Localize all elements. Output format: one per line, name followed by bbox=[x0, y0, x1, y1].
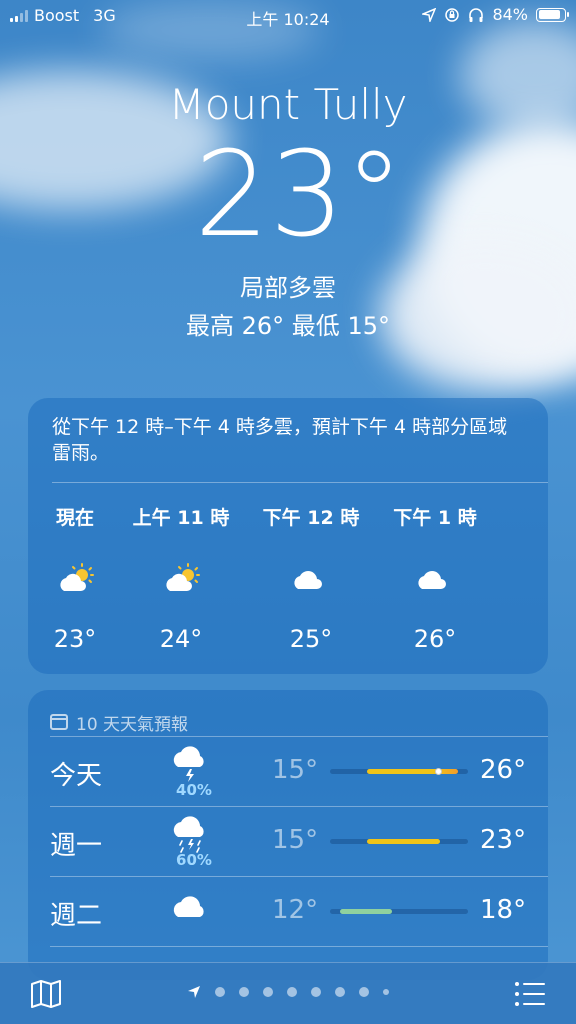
day-label: 週二 bbox=[50, 901, 103, 931]
page-dot[interactable] bbox=[335, 987, 345, 997]
hour-time: 下午 1 時 bbox=[393, 507, 477, 529]
battery-percent: 84% bbox=[492, 5, 528, 24]
temp-range-bar bbox=[330, 768, 468, 775]
thunderstorm-icon bbox=[168, 745, 218, 785]
partly-sunny-icon bbox=[28, 561, 130, 595]
hour-time: 下午 12 時 bbox=[262, 507, 360, 529]
day-label: 週一 bbox=[50, 831, 103, 861]
page-dot[interactable] bbox=[383, 989, 389, 995]
hourly-scroll[interactable]: 現在 23° 上午 11 時 24° 下午 12 時 25° 下午 1 時 26… bbox=[28, 483, 548, 673]
hourly-forecast-card[interactable]: 從下午 12 時–下午 4 時多雲，預計下午 4 時部分區域雷雨。 現在 23°… bbox=[28, 398, 548, 674]
low-temp: 12° bbox=[272, 895, 319, 925]
page-dot[interactable] bbox=[215, 987, 225, 997]
orientation-lock-icon bbox=[445, 7, 460, 22]
partly-sunny-icon bbox=[126, 561, 236, 595]
ten-day-header: 10 天天氣預報 bbox=[28, 690, 548, 736]
hour-temp: 25° bbox=[289, 625, 333, 653]
temp-range-bar bbox=[330, 839, 468, 844]
high-temp: 18° bbox=[480, 895, 527, 925]
page-dot[interactable] bbox=[311, 987, 321, 997]
cloud-icon bbox=[168, 885, 218, 925]
day-row-divider bbox=[50, 946, 548, 956]
location-services-icon bbox=[422, 7, 437, 22]
forecast-summary: 從下午 12 時–下午 4 時多雲，預計下午 4 時部分區域雷雨。 bbox=[52, 416, 508, 464]
ten-day-title: 10 天天氣預報 bbox=[76, 714, 189, 735]
hour-temp: 23° bbox=[53, 625, 97, 653]
headphones-icon bbox=[469, 7, 484, 22]
battery-icon bbox=[536, 7, 569, 22]
page-indicator[interactable] bbox=[0, 985, 576, 999]
thunder-rain-icon bbox=[168, 815, 218, 855]
bottom-toolbar bbox=[0, 962, 576, 1024]
page-dot[interactable] bbox=[263, 987, 273, 997]
city-name: Mount Tully bbox=[168, 80, 408, 129]
hour-time: 上午 11 時 bbox=[132, 507, 230, 529]
day-row[interactable]: 今天 40% 15° 26° bbox=[50, 736, 548, 806]
page-dot[interactable] bbox=[359, 987, 369, 997]
temp-range-fill bbox=[339, 909, 393, 914]
status-bar: Boost 3G 上午 10:24 84% bbox=[0, 0, 576, 30]
calendar-icon bbox=[50, 714, 68, 730]
temp-range-fill bbox=[367, 839, 441, 844]
high-low-text: 最高 26° 最低 15° bbox=[186, 312, 390, 340]
day-label: 今天 bbox=[50, 761, 103, 791]
cloud-icon bbox=[256, 561, 366, 595]
list-icon[interactable] bbox=[514, 981, 546, 1007]
day-row[interactable]: 週二 12° 18° bbox=[50, 876, 548, 946]
temp-range-fill bbox=[367, 769, 459, 774]
page-dot[interactable] bbox=[239, 987, 249, 997]
current-temp-dot bbox=[434, 768, 442, 775]
hour-time: 現在 bbox=[55, 507, 94, 529]
current-temperature: 23° bbox=[194, 125, 404, 263]
low-temp: 15° bbox=[272, 825, 319, 855]
condition-text: 局部多雲 bbox=[240, 274, 336, 302]
precip-chance: 40% bbox=[176, 781, 212, 799]
high-temp: 26° bbox=[480, 755, 527, 785]
precip-chance: 60% bbox=[176, 851, 212, 869]
hour-temp: 24° bbox=[159, 625, 203, 653]
cloud-icon bbox=[380, 561, 490, 595]
location-arrow-icon[interactable] bbox=[187, 985, 201, 999]
temp-range-bar bbox=[330, 909, 468, 914]
high-temp: 23° bbox=[480, 825, 527, 855]
day-row[interactable]: 週一 60% 15° 23° bbox=[50, 806, 548, 876]
page-dot[interactable] bbox=[287, 987, 297, 997]
ten-day-forecast-card[interactable]: 10 天天氣預報 今天 40% 15° 26° 週一 60% 15° 23° 週… bbox=[28, 690, 548, 980]
hour-temp: 26° bbox=[413, 625, 457, 653]
low-temp: 15° bbox=[272, 755, 319, 785]
